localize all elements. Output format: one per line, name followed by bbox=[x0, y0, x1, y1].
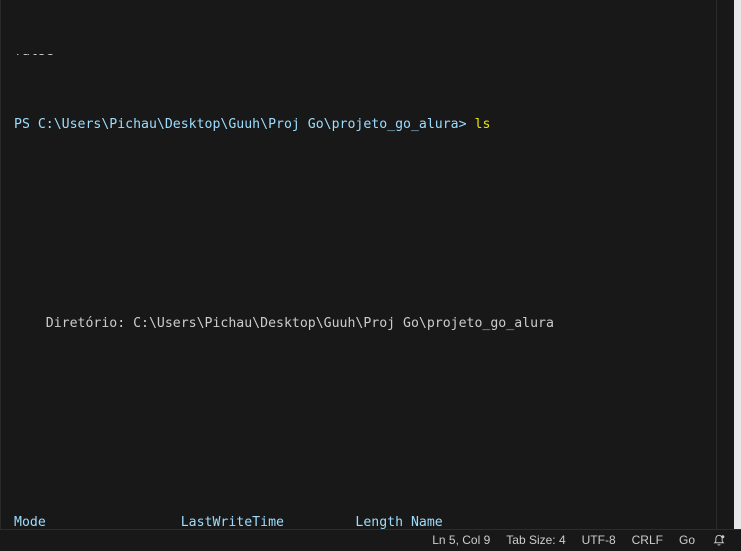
table-header-text: Mode LastWriteTime Length Name bbox=[14, 514, 443, 529]
status-cursor-position[interactable]: Ln 5, Col 9 bbox=[424, 530, 498, 551]
clipped-line-text: false bbox=[14, 54, 54, 61]
vscode-window: false PS C:\Users\Pichau\Desktop\Guuh\Pr… bbox=[0, 0, 741, 551]
status-encoding[interactable]: UTF-8 bbox=[574, 530, 624, 551]
status-language-mode[interactable]: Go bbox=[671, 530, 703, 551]
terminal-line-command: PS C:\Users\Pichau\Desktop\Guuh\Proj Go\… bbox=[14, 116, 741, 134]
terminal-table-header: Mode LastWriteTime Length Name bbox=[14, 514, 741, 529]
status-bar: Ln 5, Col 9 Tab Size: 4 UTF-8 CRLF Go bbox=[0, 529, 741, 551]
status-line-ending[interactable]: CRLF bbox=[624, 530, 671, 551]
terminal-directory-line: Diretório: C:\Users\Pichau\Desktop\Guuh\… bbox=[14, 315, 741, 333]
terminal-panel[interactable]: false PS C:\Users\Pichau\Desktop\Guuh\Pr… bbox=[0, 0, 741, 529]
prompt-path: PS C:\Users\Pichau\Desktop\Guuh\Proj Go\… bbox=[14, 116, 475, 132]
typed-command: ls bbox=[474, 116, 491, 132]
status-tab-size[interactable]: Tab Size: 4 bbox=[498, 530, 573, 551]
terminal-scrollbar-track[interactable] bbox=[717, 0, 734, 529]
window-right-edge bbox=[734, 0, 741, 529]
directory-label: Diretório: C:\Users\Pichau\Desktop\Guuh\… bbox=[14, 315, 554, 331]
bell-icon[interactable] bbox=[703, 534, 733, 548]
terminal-clipped-line: false bbox=[14, 54, 741, 61]
terminal-output[interactable]: false PS C:\Users\Pichau\Desktop\Guuh\Pr… bbox=[1, 0, 741, 529]
